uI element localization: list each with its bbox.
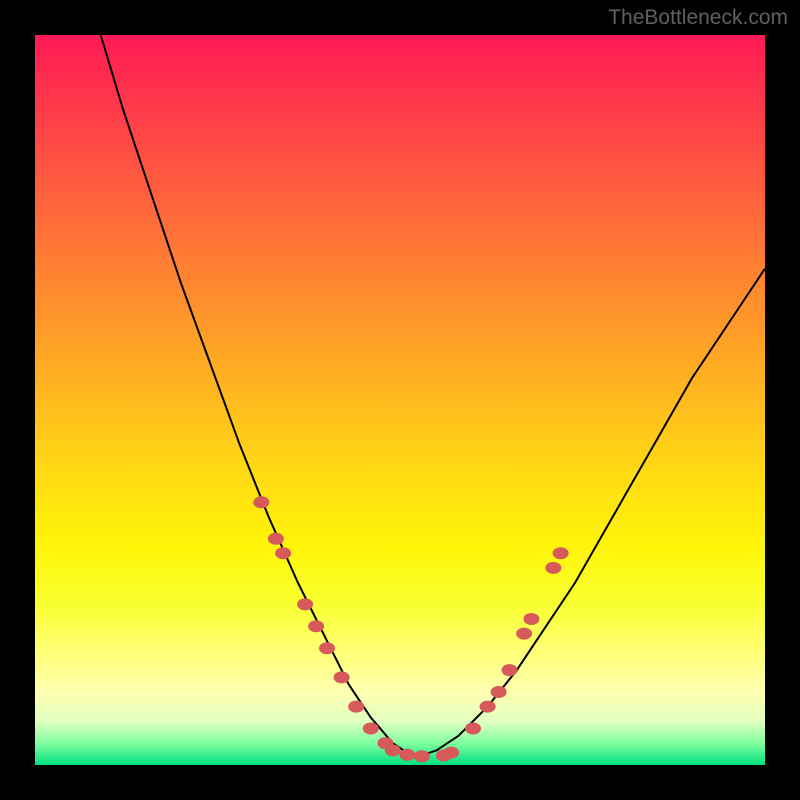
marker-dot (553, 547, 569, 559)
marker-dot (297, 598, 313, 610)
marker-dot (275, 547, 291, 559)
marker-dot (308, 620, 324, 632)
marker-dot (523, 613, 539, 625)
marker-dot (516, 628, 532, 640)
marker-dot (502, 664, 518, 676)
marker-dot (363, 723, 379, 735)
marker-dot (334, 671, 350, 683)
marker-dot (319, 642, 335, 654)
marker-dot (491, 686, 507, 698)
curve-left (101, 35, 415, 758)
chart-svg (35, 35, 765, 765)
marker-dot (253, 496, 269, 508)
chart-plot-area (35, 35, 765, 765)
curve-right (415, 269, 765, 758)
marker-dot (268, 533, 284, 545)
marker-dot (414, 750, 430, 762)
data-markers (253, 496, 568, 762)
marker-dot (480, 701, 496, 713)
marker-dot (399, 749, 415, 761)
marker-dot (348, 701, 364, 713)
marker-dot (545, 562, 561, 574)
marker-dot (385, 744, 401, 756)
watermark-text: TheBottleneck.com (608, 6, 788, 30)
marker-dot (465, 723, 481, 735)
marker-dot (443, 747, 459, 759)
